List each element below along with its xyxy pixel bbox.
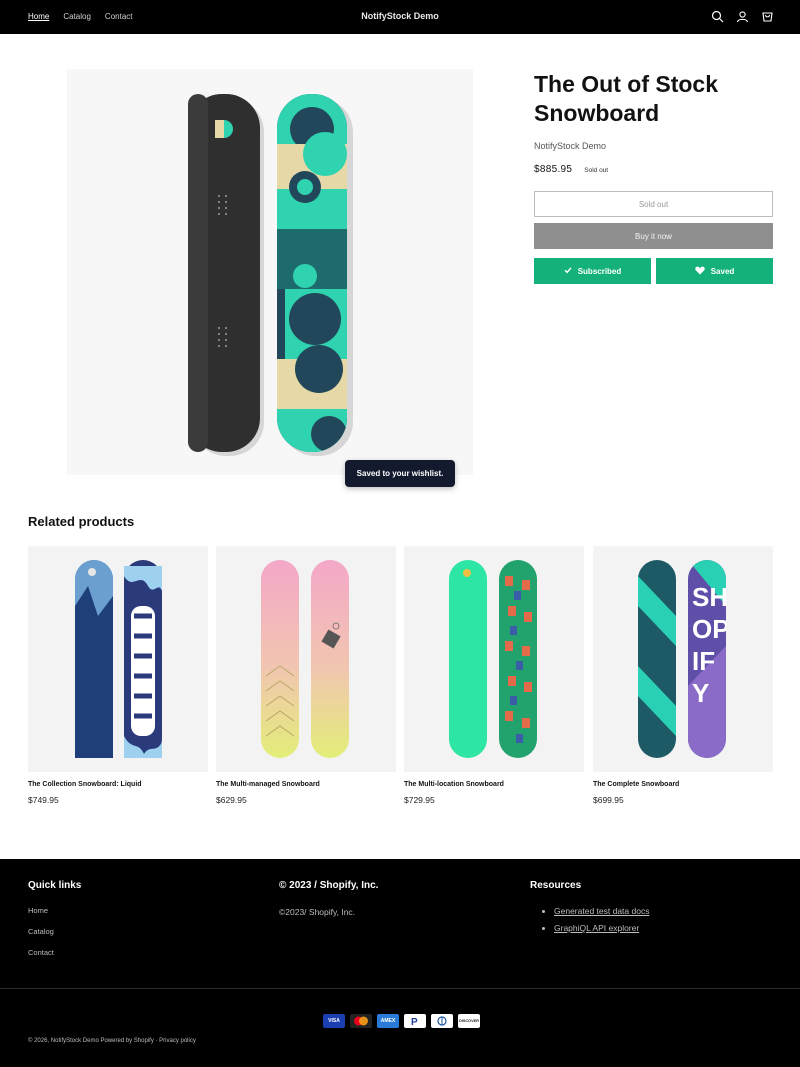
product-info: The Out of Stock Snowboard NotifyStock D… — [534, 70, 774, 284]
footer-link-contact[interactable]: Contact — [28, 948, 81, 957]
check-icon — [564, 266, 572, 276]
product-card-price: $699.95 — [593, 795, 624, 805]
product-title: The Out of Stock Snowboard — [534, 71, 718, 126]
product-card-image[interactable] — [216, 546, 396, 772]
svg-text:IF: IF — [692, 646, 715, 676]
notify-actions: Subscribed Saved — [534, 258, 774, 284]
saved-button[interactable]: Saved — [656, 258, 773, 284]
product-card-title[interactable]: The Collection Snowboard: Liquid — [28, 781, 208, 788]
store-brand[interactable]: NotifyStock Demo — [0, 11, 800, 21]
subscribed-button[interactable]: Subscribed — [534, 258, 651, 284]
buy-it-now-button[interactable]: Buy it now — [534, 223, 773, 249]
product-price: $885.95 — [534, 164, 573, 175]
svg-text:OP: OP — [692, 614, 730, 644]
visa-icon: VISA — [323, 1014, 345, 1028]
resource-item: GraphiQL API explorer — [554, 923, 649, 933]
resources-heading: Resources — [530, 880, 582, 891]
search-icon[interactable] — [711, 10, 724, 23]
sold-out-badge: Sold out — [584, 167, 609, 174]
amex-icon: AMEX — [377, 1014, 399, 1028]
product-card-title[interactable]: The Multi-managed Snowboard — [216, 781, 396, 788]
subscribed-label: Subscribed — [577, 266, 622, 276]
company-heading: © 2023 / Shopify, Inc. — [279, 880, 379, 891]
related-products-heading: Related products — [28, 514, 135, 529]
mastercard-icon — [350, 1014, 372, 1028]
resource-link-docs[interactable]: Generated test data docs — [554, 906, 649, 916]
sold-out-button[interactable]: Sold out — [534, 191, 773, 217]
product-card-price: $749.95 — [28, 795, 59, 805]
payment-icons: VISA AMEX P DISCOVER — [323, 1014, 480, 1028]
product-card-price: $629.95 — [216, 795, 247, 805]
resource-link-graphiql[interactable]: GraphiQL API explorer — [554, 923, 639, 933]
copyright-text: © 2026, NotifyStock Demo Powered by Shop… — [28, 1038, 196, 1044]
resources-section: Resources Generated test data docs Graph… — [530, 880, 649, 940]
header-icons — [711, 10, 774, 23]
paypal-icon: P — [404, 1014, 426, 1028]
quick-links-section: Quick links Home Catalog Contact — [28, 880, 81, 957]
cart-icon[interactable] — [761, 10, 774, 23]
product-card-image[interactable]: SH OP IF Y — [593, 546, 773, 772]
svg-text:SH: SH — [692, 582, 728, 612]
wishlist-toast: Saved to your wishlist. — [345, 460, 455, 487]
product-image[interactable] — [67, 69, 473, 475]
company-text: ©2023/ Shopify, Inc. — [279, 907, 356, 917]
account-icon[interactable] — [736, 10, 749, 23]
site-header: Home Catalog Contact NotifyStock Demo — [0, 0, 800, 34]
quick-links-heading: Quick links — [28, 880, 82, 891]
footer-link-home[interactable]: Home — [28, 906, 81, 915]
product-card[interactable]: The Multi-managed Snowboard $629.95 — [216, 546, 396, 805]
product-card-price: $729.95 — [404, 795, 435, 805]
product-card-title[interactable]: The Complete Snowboard — [593, 781, 773, 788]
heart-icon — [694, 266, 705, 277]
product-card[interactable]: SH OP IF Y The Complete Snowboard $699.9… — [593, 546, 773, 805]
product-card[interactable]: The Multi-location Snowboard $729.95 — [404, 546, 584, 805]
price-row: $885.95 Sold out — [534, 164, 774, 175]
svg-text:Y: Y — [692, 678, 709, 708]
footer-link-catalog[interactable]: Catalog — [28, 927, 81, 936]
product-card-image[interactable] — [404, 546, 584, 772]
site-footer: Quick links Home Catalog Contact © 2023 … — [0, 859, 800, 1067]
resource-item: Generated test data docs — [554, 906, 649, 916]
product-card-title[interactable]: The Multi-location Snowboard — [404, 781, 584, 788]
product-vendor: NotifyStock Demo — [534, 141, 607, 151]
product-card[interactable]: The Collection Snowboard: Liquid $749.95 — [28, 546, 208, 805]
discover-icon: DISCOVER — [458, 1014, 480, 1028]
saved-label: Saved — [710, 266, 735, 276]
footer-divider — [0, 988, 800, 989]
company-section: © 2023 / Shopify, Inc. ©2023/ Shopify, I… — [279, 880, 378, 917]
diners-icon — [431, 1014, 453, 1028]
product-card-image[interactable] — [28, 546, 208, 772]
svg-text:P: P — [411, 1017, 418, 1026]
